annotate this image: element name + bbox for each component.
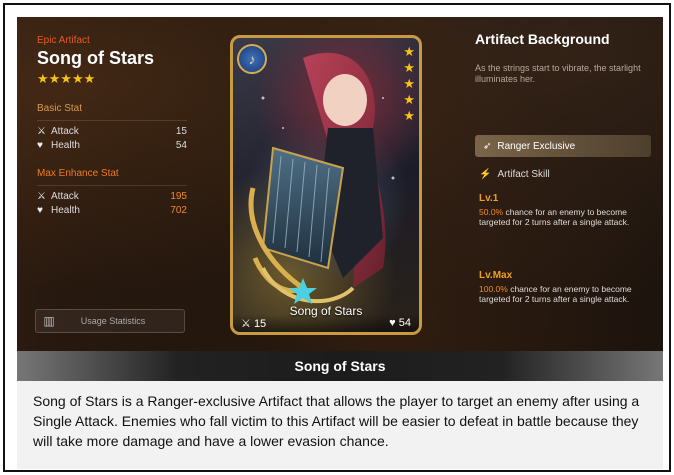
basic-health-value: 54 xyxy=(175,139,187,151)
exclusive-label: Ranger Exclusive xyxy=(497,140,576,152)
background-description: As the strings start to vibrate, the sta… xyxy=(475,63,641,84)
usage-statistics-button[interactable]: ▥ Usage Statistics xyxy=(35,309,185,333)
skill-level-max: Lv.Max 100.0% chance for an enemy to bec… xyxy=(479,270,655,304)
skill-header-label: Artifact Skill xyxy=(497,169,550,180)
star-icon: ★ xyxy=(403,92,415,107)
page-frame: Epic Artifact Song of Stars ★★★★★ Basic … xyxy=(3,3,671,472)
caption-title: Song of Stars xyxy=(294,358,386,374)
card-health: ♥ 54 xyxy=(389,317,411,329)
harp-emblem-icon: ♪ xyxy=(237,44,267,74)
heart-icon: ♥ xyxy=(37,204,43,216)
artifact-info-panel: Epic Artifact Song of Stars ★★★★★ Basic … xyxy=(37,35,187,217)
caption-body: Song of Stars is a Ranger-exclusive Arti… xyxy=(17,381,663,469)
attack-label: Attack xyxy=(51,125,79,137)
artifact-skill-header: ⚡ Artifact Skill xyxy=(479,169,550,180)
health-label: Health xyxy=(51,139,80,151)
star-icon: ★ xyxy=(403,76,415,91)
sword-icon: ⚔ xyxy=(37,125,46,137)
artifact-card[interactable]: ♪ ★ ★ ★ ★ ★ Song of Stars ⚔ 15 ♥ 54 xyxy=(230,35,422,335)
basic-health-row: ♥ Health 54 xyxy=(37,138,187,152)
max-attack-row: ⚔ Attack 195 xyxy=(37,189,187,203)
sword-icon: ⚔ xyxy=(241,317,251,330)
class-exclusive-badge: ➶ Ranger Exclusive xyxy=(475,135,651,157)
skill-level-max-description: 100.0% chance for an enemy to become tar… xyxy=(479,284,655,304)
star-icon: ★ xyxy=(403,44,415,59)
card-attack: ⚔ 15 xyxy=(241,317,266,330)
skill-level-1-title: Lv.1 xyxy=(479,193,499,204)
lightning-icon: ⚡ xyxy=(479,169,492,180)
skill-level-1-percent: 50.0% xyxy=(479,207,504,217)
basic-stat-title: Basic Stat xyxy=(37,103,83,114)
max-enhance-stat-title: Max Enhance Stat xyxy=(37,168,119,179)
max-health-value: 702 xyxy=(170,204,187,216)
sword-icon: ⚔ xyxy=(37,190,46,202)
attack-label: Attack xyxy=(51,190,79,202)
star-icon: ★ xyxy=(403,108,415,123)
card-attack-value: 15 xyxy=(253,317,267,330)
card-star-rating: ★ ★ ★ ★ ★ xyxy=(403,44,415,124)
artifact-rarity: Epic Artifact xyxy=(37,35,90,46)
bow-icon: ➶ xyxy=(483,140,492,152)
star-icon: ★ xyxy=(403,60,415,75)
artifact-star-rating: ★★★★★ xyxy=(37,71,96,86)
divider xyxy=(37,120,187,121)
background-title: Artifact Background xyxy=(475,31,610,47)
artifact-name: Song of Stars xyxy=(37,48,155,68)
skill-level-max-title: Lv.Max xyxy=(479,270,513,281)
heart-icon: ♥ xyxy=(37,139,43,151)
chart-icon: ▥ xyxy=(43,314,55,328)
skill-level-1: Lv.1 50.0% chance for an enemy to become… xyxy=(479,193,655,227)
artifact-background-panel: Artifact Background As the strings start… xyxy=(475,31,651,85)
heart-icon: ♥ xyxy=(389,317,396,329)
max-attack-value: 195 xyxy=(170,190,187,202)
skill-level-1-description: 50.0% chance for an enemy to become targ… xyxy=(479,207,655,227)
usage-statistics-label: Usage Statistics xyxy=(80,316,146,326)
artifact-screen: Epic Artifact Song of Stars ★★★★★ Basic … xyxy=(17,17,663,351)
health-label: Health xyxy=(51,204,80,216)
card-health-value: 54 xyxy=(398,317,411,329)
basic-attack-row: ⚔ Attack 15 xyxy=(37,124,187,138)
max-health-row: ♥ Health 702 xyxy=(37,203,187,217)
card-stats: ⚔ 15 ♥ 54 xyxy=(233,314,419,332)
divider xyxy=(37,185,187,186)
caption-title-bar: Song of Stars xyxy=(17,351,663,381)
artifact-illustration xyxy=(248,52,395,304)
skill-level-max-percent: 100.0% xyxy=(479,284,508,294)
basic-attack-value: 15 xyxy=(175,125,187,137)
